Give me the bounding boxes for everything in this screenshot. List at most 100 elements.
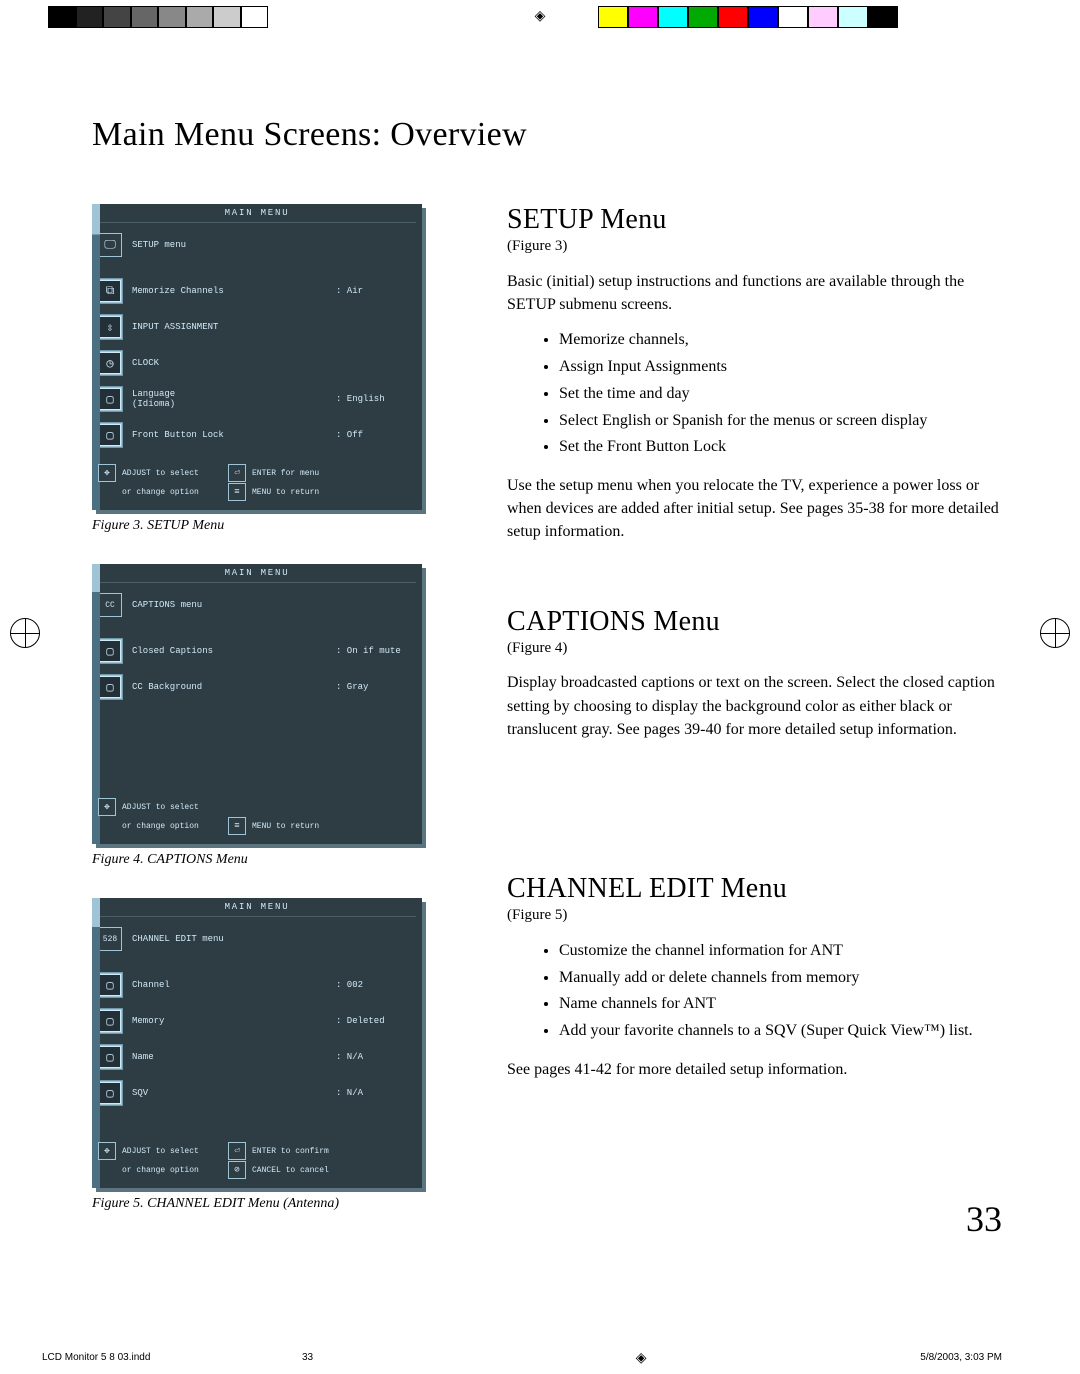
osd-header: MAIN MENU bbox=[98, 564, 416, 583]
osd-item-label: CC Background bbox=[132, 682, 326, 692]
osd-footer-text: MENU to return bbox=[252, 488, 319, 497]
list-item: Manually add or delete channels from mem… bbox=[559, 966, 1002, 991]
osd-footer-text: ADJUST to select bbox=[122, 803, 222, 812]
figure-caption: Figure 4. CAPTIONS Menu bbox=[92, 852, 437, 868]
osd-menu-item[interactable]: ⧉ Memorize Channels : Air bbox=[98, 273, 416, 309]
box-icon: ▢ bbox=[98, 423, 122, 447]
print-gray-bars bbox=[48, 6, 268, 28]
chedit-heading: CHANNEL EDIT Menu bbox=[507, 873, 1002, 905]
monitor-icon: 🖵 bbox=[98, 233, 122, 257]
clock-icon: ◷ bbox=[98, 351, 122, 375]
nav-icon: ✥ bbox=[98, 464, 116, 482]
text-column: SETUP Menu (Figure 3) Basic (initial) se… bbox=[507, 204, 1002, 1242]
osd-footer-text: ENTER to confirm bbox=[252, 1147, 329, 1156]
footer-page: 33 bbox=[302, 1352, 362, 1363]
list-item: Set the time and day bbox=[559, 382, 1002, 407]
list-item: Name channels for ANT bbox=[559, 992, 1002, 1017]
osd-footer-line: or change option⊘CANCEL to cancel bbox=[98, 1161, 416, 1179]
enter-icon: ⏎ bbox=[228, 464, 246, 482]
osd-item-value: : 002 bbox=[336, 980, 416, 990]
osd-menu-item[interactable]: ▢Closed Captions: On if mute bbox=[98, 633, 416, 669]
osd-screen: MAIN MENU528CHANNEL EDIT menu▢Channel: 0… bbox=[92, 898, 422, 1188]
page-number: 33 bbox=[966, 1198, 1002, 1240]
cancel-icon: ⊘ bbox=[228, 1161, 246, 1179]
osd-item-value: : N/A bbox=[336, 1052, 416, 1062]
osd-item-value: : Air bbox=[336, 286, 416, 296]
captions-heading: CAPTIONS Menu bbox=[507, 606, 1002, 638]
box-icon: ▢ bbox=[98, 1081, 122, 1105]
list-item: Add your favorite channels to a SQV (Sup… bbox=[559, 1019, 1002, 1044]
page-title: Main Menu Screens: Overview bbox=[92, 116, 1002, 154]
register-mark-bottom: ◈ bbox=[362, 1349, 920, 1366]
osd-footer-text: or change option bbox=[122, 488, 222, 497]
osd-footer-text: CANCEL to cancel bbox=[252, 1166, 329, 1175]
print-color-bars bbox=[598, 6, 898, 28]
osd-item-label: SETUP menu bbox=[132, 240, 326, 250]
setup-outro: Use the setup menu when you relocate the… bbox=[507, 474, 1002, 544]
osd-figure: MAIN MENU528CHANNEL EDIT menu▢Channel: 0… bbox=[92, 898, 437, 1212]
cc-icon: CC bbox=[98, 593, 122, 617]
osd-menu-item[interactable]: ▢Language (Idioma): English bbox=[98, 381, 416, 417]
osd-menu-item[interactable]: 528CHANNEL EDIT menu bbox=[98, 921, 416, 957]
menu-icon: ≡ bbox=[228, 483, 246, 501]
footer-filename: LCD Monitor 5 8 03.indd bbox=[42, 1352, 302, 1363]
footer-timestamp: 5/8/2003, 3:03 PM bbox=[920, 1352, 1002, 1363]
osd-item-value: : N/A bbox=[336, 1088, 416, 1098]
chedit-figref: (Figure 5) bbox=[507, 905, 1002, 927]
osd-menu-item[interactable]: ▢Memory: Deleted bbox=[98, 1003, 416, 1039]
channels-icon: ⧉ bbox=[98, 279, 122, 303]
osd-item-value: : Deleted bbox=[336, 1016, 416, 1026]
osd-screen: MAIN MENU CC CAPTIONS menu ▢ Closed Captions… bbox=[92, 564, 422, 844]
osd-menu-item[interactable]: ▢CC Background: Gray bbox=[98, 669, 416, 705]
osd-item-label: Closed Captions bbox=[132, 646, 326, 656]
osd-menu-item[interactable]: ▢Front Button Lock: Off bbox=[98, 417, 416, 453]
osd-menu-item[interactable]: ⇳INPUT ASSIGNMENT bbox=[98, 309, 416, 345]
osd-item-label: CHANNEL EDIT menu bbox=[132, 934, 326, 944]
osd-item-label: Channel bbox=[132, 980, 326, 990]
osd-item-label: CAPTIONS menu bbox=[132, 600, 326, 610]
captions-figref: (Figure 4) bbox=[507, 638, 1002, 660]
osd-item-label: Memorize Channels bbox=[132, 286, 326, 296]
updown-icon: ⇳ bbox=[98, 315, 122, 339]
osd-menu-item[interactable]: ◷ CLOCK bbox=[98, 345, 416, 381]
chedit-bullets: Customize the channel information for AN… bbox=[507, 939, 1002, 1044]
osd-item-label: CLOCK bbox=[132, 358, 326, 368]
setup-intro: Basic (initial) setup instructions and f… bbox=[507, 270, 1002, 316]
register-mark-top: ◈ bbox=[535, 8, 546, 25]
osd-footer-text: ENTER for menu bbox=[252, 469, 319, 478]
osd-menu-item[interactable]: ▢ SQV : N/A bbox=[98, 1075, 416, 1111]
osd-footer-text: or change option bbox=[122, 822, 222, 831]
osd-menu-item[interactable]: 🖵 SETUP menu bbox=[98, 227, 416, 263]
osd-footer-line: ✥ ADJUST to select bbox=[98, 798, 416, 816]
osd-footer-line: ✥ ADJUST to select ⏎ ENTER to confirm bbox=[98, 1142, 416, 1160]
captions-body: Display broadcasted captions or text on … bbox=[507, 671, 1002, 741]
osd-footer-text: MENU to return bbox=[252, 822, 319, 831]
osd-figure: MAIN MENU CC CAPTIONS menu ▢ Closed Captions… bbox=[92, 564, 437, 868]
osd-body: 🖵 SETUP menu ⧉ Memorize Channels : Air ⇳INPUT… bbox=[92, 223, 422, 457]
box-icon: ▢ bbox=[98, 973, 122, 997]
list-item: Select English or Spanish for the menus … bbox=[559, 409, 1002, 434]
box-icon: ▢ bbox=[98, 1009, 122, 1033]
osd-header: MAIN MENU bbox=[98, 204, 416, 223]
osd-footer-text: ADJUST to select bbox=[122, 1147, 222, 1156]
osd-item-value: : English bbox=[336, 394, 416, 404]
nav-icon: ✥ bbox=[98, 1142, 116, 1160]
osd-menu-item[interactable]: ▢ Channel : 002 bbox=[98, 967, 416, 1003]
list-item: Set the Front Button Lock bbox=[559, 435, 1002, 460]
osd-footer-text: ADJUST to select bbox=[122, 469, 222, 478]
osd-item-label: Front Button Lock bbox=[132, 430, 326, 440]
osd-menu-item[interactable]: ▢Name: N/A bbox=[98, 1039, 416, 1075]
osd-footer-line: or change option≡MENU to return bbox=[98, 817, 416, 835]
osd-screen: MAIN MENU 🖵 SETUP menu ⧉ Memorize Channels : … bbox=[92, 204, 422, 510]
chedit-outro: See pages 41-42 for more detailed setup … bbox=[507, 1058, 1002, 1081]
osd-footer: ✥ ADJUST to select or change option≡MENU t… bbox=[92, 791, 422, 844]
osd-footer: ✥ ADJUST to select ⏎ ENTER for menu or chang… bbox=[92, 457, 422, 510]
list-item: Customize the channel information for AN… bbox=[559, 939, 1002, 964]
enter-icon: ⏎ bbox=[228, 1142, 246, 1160]
osd-menu-item[interactable]: CC CAPTIONS menu bbox=[98, 587, 416, 623]
box-icon: ▢ bbox=[98, 639, 122, 663]
osd-item-value: : Gray bbox=[336, 682, 416, 692]
print-footer: LCD Monitor 5 8 03.indd 33 ◈ 5/8/2003, 3… bbox=[0, 1349, 1080, 1366]
osd-item-label: SQV bbox=[132, 1088, 326, 1098]
nav-icon: ✥ bbox=[98, 798, 116, 816]
